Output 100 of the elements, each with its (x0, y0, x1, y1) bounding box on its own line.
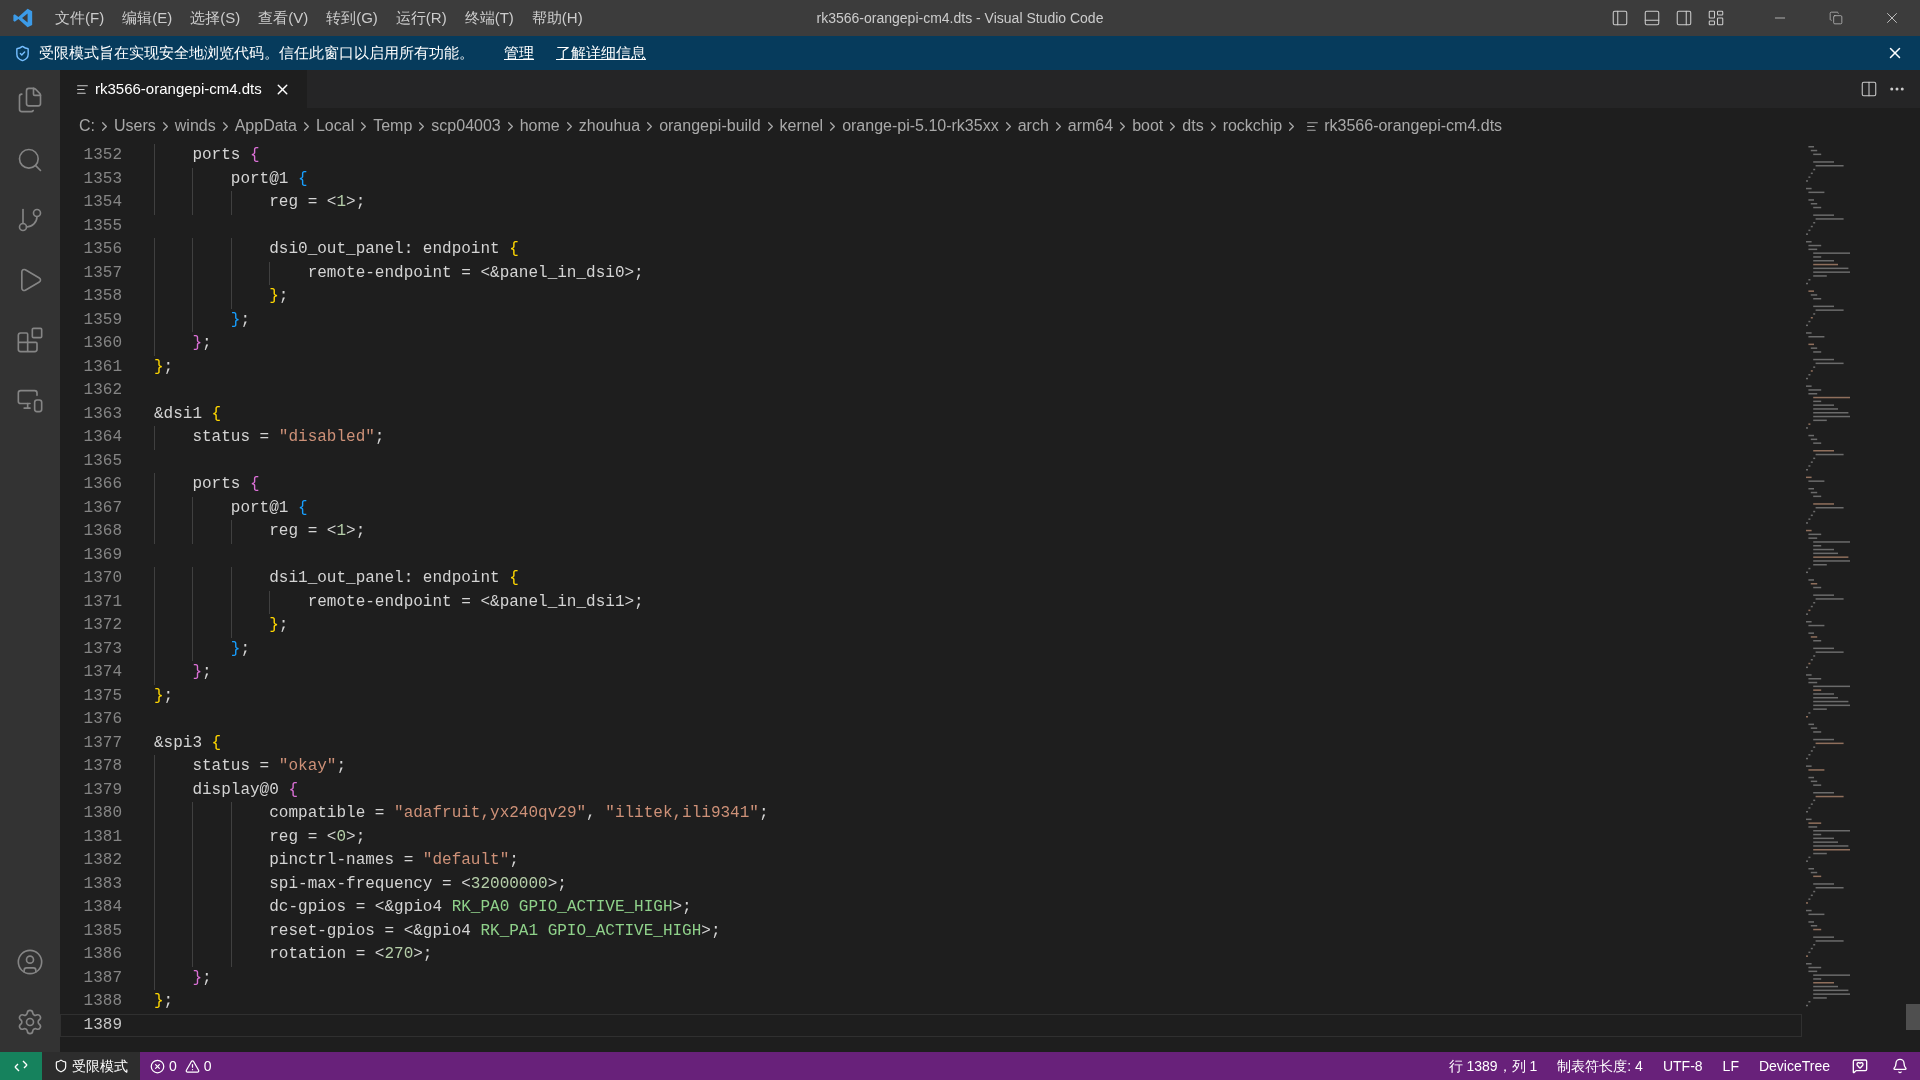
settings-icon[interactable] (16, 1008, 44, 1036)
breadcrumb-item[interactable]: kernel (779, 114, 824, 138)
code-line: &dsi1 { (154, 404, 222, 423)
menu-item[interactable]: 转到(G) (317, 3, 387, 33)
code-line: }; (191, 334, 212, 352)
status-item[interactable]: 制表符长度: 4 (1547, 1052, 1653, 1080)
remote-icon (13, 1058, 29, 1074)
code-line: }; (191, 663, 212, 681)
file-icon (1306, 119, 1320, 133)
status-item[interactable]: LF (1712, 1052, 1749, 1080)
explorer-icon[interactable] (16, 86, 44, 114)
breadcrumb-item[interactable]: arch (1017, 114, 1049, 138)
breadcrumb-item[interactable]: rk3566-orangepi-cm4.dts (1324, 114, 1503, 138)
line-number: 1373 (82, 638, 122, 660)
code-line: reg = <1>; (268, 522, 366, 540)
editor-tab[interactable]: rk3566-orangepi-cm4.dts (60, 70, 307, 108)
code-line: display@0 { (191, 780, 299, 799)
code-line: }; (268, 287, 289, 305)
line-number: 1352 (82, 145, 122, 166)
breadcrumb-item[interactable]: dts (1182, 114, 1204, 138)
code-line: }; (268, 616, 289, 634)
warning-count: 0 (203, 1056, 212, 1076)
menu-item[interactable]: 文件(F) (46, 3, 114, 33)
line-number: 1362 (82, 380, 122, 401)
line-number: 1385 (82, 920, 122, 942)
code-line: pinctrl-names = "default"; (268, 851, 519, 869)
line-number: 1359 (82, 309, 122, 331)
scrollbar-thumb[interactable] (1906, 1004, 1920, 1030)
menu-item[interactable]: 终端(T) (455, 3, 523, 33)
breadcrumb-item[interactable]: boot (1132, 114, 1164, 138)
breadcrumb-item[interactable]: scp04003 (431, 114, 501, 138)
notification-icon[interactable] (1892, 1058, 1908, 1074)
split-editor-icon[interactable] (1860, 80, 1878, 98)
line-number: 1367 (82, 497, 122, 519)
window-title: rk3566-orangepi-cm4.dts - Visual Studio Code (816, 8, 1104, 28)
status-item[interactable]: UTF-8 (1652, 1052, 1713, 1080)
toggle-secondary-sidebar-icon[interactable] (1675, 9, 1693, 27)
restricted-mode-status[interactable]: 受限模式 (42, 1052, 140, 1080)
code-line: rotation = <270>; (268, 945, 433, 963)
code-line: remote-endpoint = <&panel_in_dsi1>; (306, 592, 644, 611)
line-number: 1382 (82, 850, 122, 871)
status-item[interactable]: DeviceTree (1748, 1052, 1840, 1080)
breadcrumb-item[interactable]: orangepi-build (659, 114, 761, 138)
code-line: }; (154, 686, 174, 705)
breadcrumb-item[interactable]: AppData (234, 114, 297, 138)
search-icon[interactable] (16, 146, 44, 174)
code-line: reg = <0>; (268, 827, 366, 846)
breadcrumb-item[interactable]: zhouhua (578, 114, 641, 138)
line-number: 1371 (82, 591, 122, 613)
code-line: status = "disabled"; (191, 428, 385, 446)
code-line: }; (154, 357, 174, 376)
menu-item[interactable]: 帮助(H) (522, 3, 592, 33)
code-line: reset-gpios = <&gpio4 RK_PA1 GPIO_ACTIVE_HIGH>; (268, 921, 721, 940)
menu-item[interactable]: 运行(R) (386, 3, 456, 33)
line-number: 1378 (82, 756, 122, 777)
code-line: dsi1_out_panel: endpoint { (268, 569, 519, 587)
line-number: 1358 (82, 286, 122, 307)
restore-icon[interactable] (1829, 11, 1843, 25)
breadcrumb-item[interactable]: home (519, 114, 560, 138)
code-line: port@1 { (229, 169, 308, 188)
app-logo-icon (12, 7, 34, 29)
toggle-panel-icon[interactable] (1643, 9, 1661, 27)
problems-status[interactable]: 0 0 (140, 1052, 222, 1080)
line-number: 1386 (82, 944, 122, 965)
code-line: }; (229, 639, 251, 658)
breadcrumb-item[interactable]: orange-pi-5.10-rk35xx (842, 114, 999, 138)
code-line: reg = <1>; (268, 193, 366, 211)
toggle-sidebar-icon[interactable] (1611, 9, 1629, 27)
feedback-icon[interactable] (1852, 1058, 1868, 1074)
menu-item[interactable]: 选择(S) (181, 3, 250, 33)
breadcrumb-item[interactable]: rockchip (1222, 114, 1283, 138)
line-number: 1365 (82, 450, 122, 472)
breadcrumb-item[interactable]: Users (114, 114, 156, 138)
breadcrumb-item[interactable]: C: (79, 114, 95, 138)
code-line: dc-gpios = <&gpio4 RK_PA0 GPIO_ACTIVE_HIGH>; (268, 898, 692, 916)
line-number: 1370 (82, 568, 122, 589)
account-icon[interactable] (16, 948, 44, 976)
line-number: 1363 (82, 403, 122, 425)
menu-item[interactable]: 编辑(E) (113, 3, 182, 33)
layout-icon[interactable] (1707, 9, 1725, 27)
line-number: 1364 (82, 427, 122, 448)
breadcrumb-item[interactable]: Local (315, 114, 355, 138)
line-number: 1366 (82, 474, 122, 495)
line-number: 1380 (82, 803, 122, 824)
banner-link[interactable]: 管理 (504, 41, 534, 65)
banner-link[interactable]: 了解详细信息 (556, 41, 646, 65)
breadcrumb-item[interactable]: Temp (373, 114, 413, 138)
line-number: 1360 (82, 333, 122, 354)
breadcrumb-item[interactable]: arm64 (1067, 114, 1114, 138)
menu-item[interactable]: 查看(V) (249, 3, 318, 33)
line-number: 1353 (82, 168, 122, 190)
line-number: 1388 (82, 991, 122, 1012)
error-icon (150, 1058, 165, 1074)
status-item[interactable]: 行 1389，列 1 (1438, 1052, 1548, 1080)
breadcrumb-item[interactable]: winds (174, 114, 216, 138)
source-control-icon[interactable] (16, 206, 44, 234)
remote-button[interactable] (0, 1052, 42, 1080)
code-line: ports { (191, 146, 260, 164)
line-number: 1355 (82, 215, 122, 237)
extensions-icon[interactable] (16, 326, 44, 354)
